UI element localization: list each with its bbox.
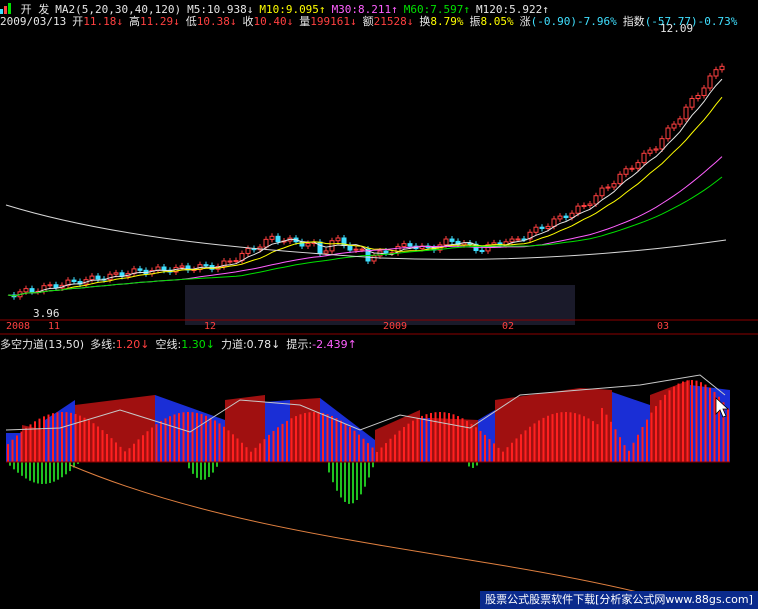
candle-body [707, 75, 713, 89]
indicator-header: 多空力道(13,50) 多线:1.20↓ 空线:1.30↓ 力道:0.78↓ 提示:-2… [0, 336, 363, 351]
indicator-item: 空线:1.30↓ [156, 338, 215, 351]
candle-body [581, 205, 587, 208]
candle-body [695, 94, 701, 100]
candle-body [533, 226, 539, 233]
candle-body [233, 260, 239, 263]
candle-body [689, 98, 695, 108]
candle-body [677, 118, 683, 125]
indicator-item-value: 1.20↓ [115, 338, 150, 351]
candle-body [587, 203, 593, 207]
faded-overlay [185, 285, 575, 325]
candle-body [137, 268, 143, 271]
candle-body [575, 205, 581, 214]
candle-body [383, 250, 389, 254]
candle-body [665, 127, 671, 140]
date-tick: 11 [48, 321, 61, 332]
candle-body [629, 167, 635, 170]
indicator-item-value: 1.30↓ [181, 338, 215, 351]
candle-body [713, 69, 719, 77]
candle-body [641, 152, 647, 164]
indicator-item-label: 多线: [90, 338, 116, 351]
candle-body [335, 237, 341, 242]
candle-body [371, 255, 377, 262]
candle-body [305, 242, 311, 247]
candle-body [113, 272, 119, 275]
ma30-line [7, 156, 723, 297]
candle-body [269, 235, 275, 240]
date-tick: 12 [204, 321, 217, 332]
indicator-item-label: 力道: [220, 338, 247, 351]
candle-body [203, 264, 209, 267]
candle-body [647, 149, 653, 154]
indicator-item: 力道:0.78↓ [221, 338, 280, 351]
candle-body [563, 215, 569, 219]
candle-body [515, 238, 521, 241]
candle-body [347, 244, 353, 251]
candle-body [479, 250, 485, 253]
candle-body [89, 275, 95, 281]
ma10-line [7, 96, 723, 297]
indicator-item-value: -2.439↑ [312, 338, 357, 351]
candle-body [359, 248, 365, 251]
candle-body [509, 238, 515, 243]
candle-body [653, 148, 659, 151]
price-low-label: 3.96 [33, 307, 60, 320]
candle-body [317, 241, 323, 254]
candle-body [719, 65, 725, 71]
site-watermark-bar[interactable]: 股票公式股票软件下载[分析家公式网www.88gs.com] [480, 591, 758, 609]
candle-body [47, 284, 53, 287]
candle-body [161, 266, 167, 271]
price-high-label: 12.09 [660, 22, 694, 35]
candle-body [659, 138, 665, 150]
candle-body [599, 187, 605, 197]
candle-body [95, 275, 101, 280]
indicator-item-label: 空线: [155, 338, 182, 351]
candle-body [551, 218, 557, 227]
candle-body [611, 183, 617, 188]
candle-body [539, 226, 545, 229]
kline-chart[interactable] [0, 0, 758, 609]
candle-body [23, 288, 29, 293]
candle-body [227, 260, 233, 263]
indicator-item: 提示:-2.439↑ [286, 338, 356, 351]
indicator-item-label: 提示: [286, 338, 313, 351]
date-tick: 2009 [383, 321, 408, 332]
indicator-item: 多线:1.20↓ [90, 338, 149, 351]
candle-body [545, 225, 551, 229]
candle-body [29, 288, 35, 293]
indicator-values: 多线:1.20↓ 空线:1.30↓ 力道:0.78↓ 提示:-2.439↑ [90, 338, 363, 351]
candle-body [557, 215, 563, 220]
ma40-line [7, 176, 723, 297]
candle-body [275, 235, 281, 243]
candle-body [617, 173, 623, 185]
date-tick: 2008 [6, 321, 31, 332]
candle-body [263, 238, 269, 248]
candle-body [623, 168, 629, 175]
candle-body [605, 186, 611, 189]
candle-body [353, 248, 359, 251]
candle-body [323, 250, 329, 254]
candle-body [179, 265, 185, 268]
date-tick: 02 [502, 321, 515, 332]
candle-body [245, 248, 251, 254]
candle-body [683, 106, 689, 120]
candle-body [593, 195, 599, 205]
candle-body [449, 238, 455, 242]
candle-body [71, 279, 77, 283]
indicator-item-value: 0.78↓ [246, 338, 281, 351]
candle-body [671, 123, 677, 129]
candle-body [407, 243, 413, 247]
date-tick: 03 [657, 321, 670, 332]
force-area-band [612, 392, 650, 462]
candle-body [701, 87, 707, 96]
candle-body [443, 238, 449, 246]
candle-body [401, 243, 407, 247]
indicator-name: 多空力道(13,50) [0, 338, 85, 351]
date-axis: 2008 11 12 2009 02 03 [0, 320, 758, 334]
candle-body [635, 162, 641, 169]
